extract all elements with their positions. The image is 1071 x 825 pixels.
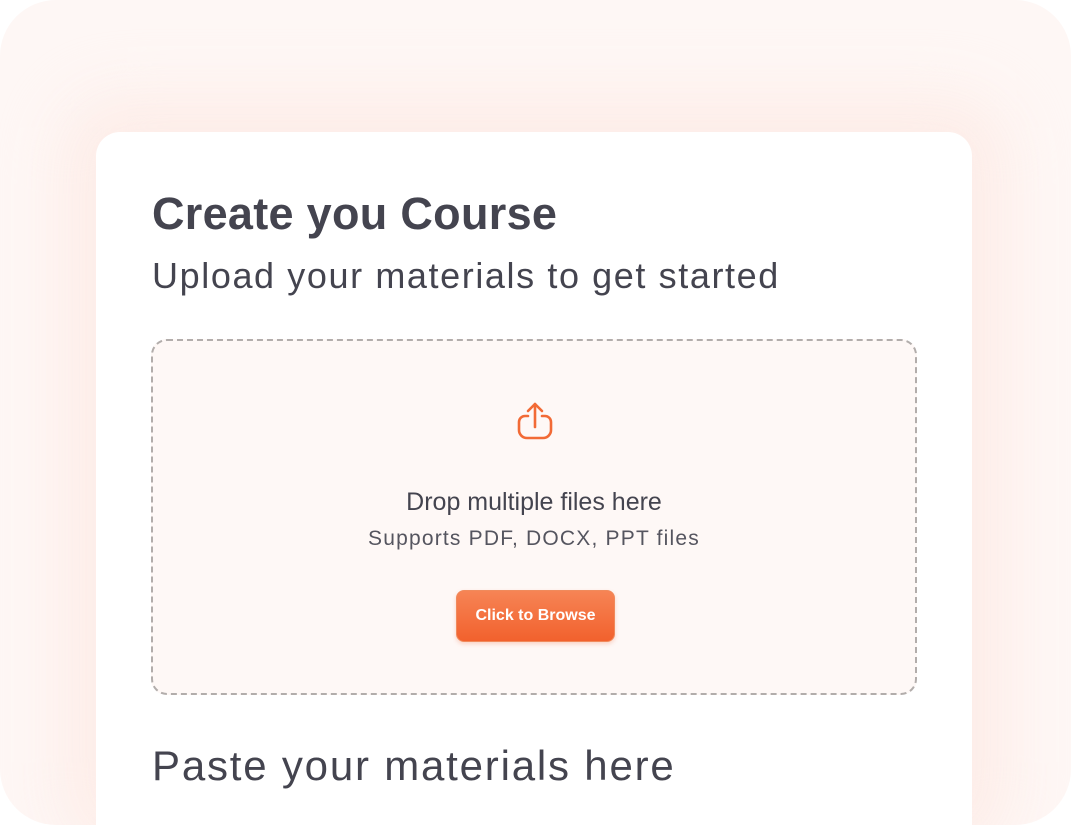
- page-subtitle: Upload your materials to get started: [152, 255, 780, 296]
- supported-formats-text: Supports PDF, DOCX, PPT files: [367, 527, 700, 550]
- file-dropzone[interactable]: Drop multiple files here Supports PDF, D…: [151, 339, 917, 695]
- page-frame: Create you Course Upload your materials …: [0, 0, 1071, 825]
- create-course-card: Create you Course Upload your materials …: [96, 132, 972, 825]
- dropzone-title: Drop multiple files here: [406, 488, 662, 516]
- paste-materials-heading: Paste your materials here: [152, 742, 676, 789]
- browse-button[interactable]: Click to Browse: [456, 590, 615, 642]
- upload-icon: [517, 402, 553, 440]
- page-title: Create you Course: [152, 188, 558, 239]
